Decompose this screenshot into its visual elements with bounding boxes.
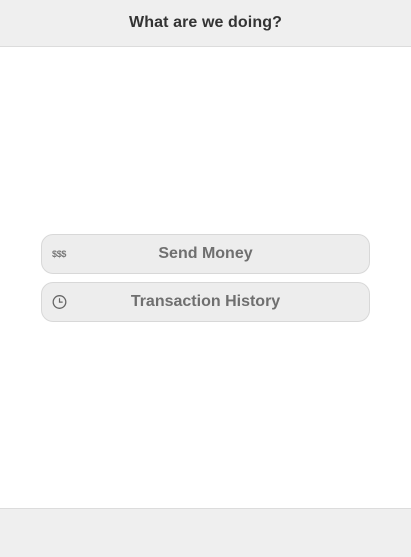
app-screen: What are we doing? $$$ Send Money Transa… xyxy=(0,0,411,557)
send-money-button[interactable]: $$$ Send Money xyxy=(41,234,370,274)
transaction-history-button[interactable]: Transaction History xyxy=(41,282,370,322)
footer-bar xyxy=(0,508,411,557)
header-bar: What are we doing? xyxy=(0,0,411,47)
action-menu: $$$ Send Money Transaction History xyxy=(41,234,370,330)
dollar-icon: $$$ xyxy=(52,249,67,259)
transaction-history-label: Transaction History xyxy=(130,293,281,310)
clock-icon xyxy=(52,295,67,310)
page-title: What are we doing? xyxy=(129,14,282,31)
send-money-label: Send Money xyxy=(158,245,253,262)
